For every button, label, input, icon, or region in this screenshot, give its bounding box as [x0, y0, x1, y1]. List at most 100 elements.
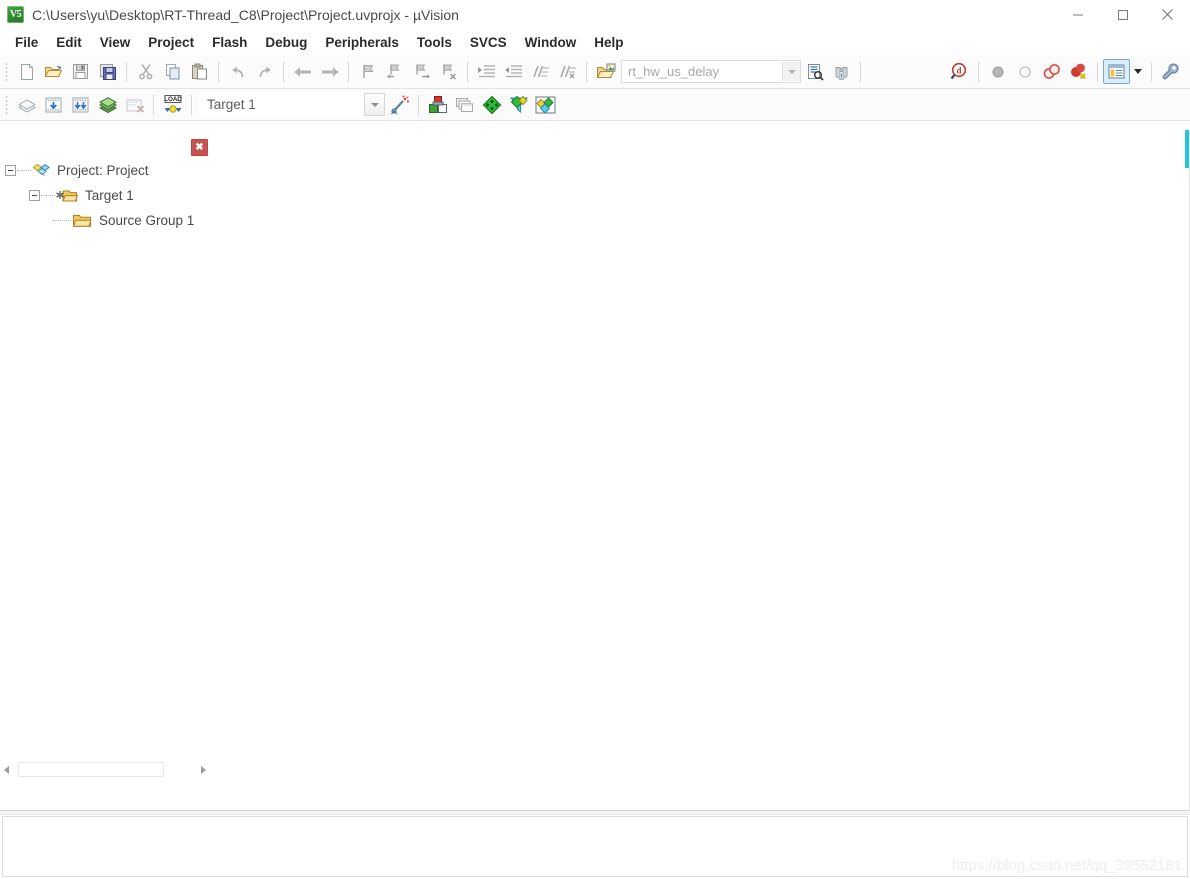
- close-icon: ✖: [195, 141, 204, 153]
- target-options-wizard-button[interactable]: [386, 92, 413, 117]
- toolbar-separator: [1097, 61, 1098, 82]
- project-pane-hscrollbar[interactable]: [0, 761, 210, 778]
- paste-icon: [191, 63, 207, 79]
- browse-symbol-button[interactable]: [828, 59, 855, 84]
- menu-file[interactable]: File: [6, 32, 47, 53]
- bookmark-clear-button[interactable]: [435, 59, 462, 84]
- project-icon: [32, 163, 50, 176]
- rebuild-button[interactable]: [67, 92, 94, 117]
- pack-installer-button[interactable]: [478, 92, 505, 117]
- redo-button[interactable]: [251, 59, 278, 84]
- build-button[interactable]: [40, 92, 67, 117]
- bookmark-toggle-button[interactable]: [354, 59, 381, 84]
- menu-project[interactable]: Project: [139, 32, 203, 53]
- open-file-button[interactable]: [40, 59, 67, 84]
- breakpoints-kill-all-button[interactable]: [1065, 59, 1092, 84]
- comment-button[interactable]: [527, 59, 554, 84]
- project-pane-close-button[interactable]: ✖: [191, 139, 208, 156]
- build-target-icon: [45, 97, 62, 112]
- select-software-packs-button[interactable]: [532, 92, 559, 117]
- window-panes-icon: [1108, 64, 1125, 79]
- bookmark-next-button[interactable]: [408, 59, 435, 84]
- toolbar-separator: [586, 61, 587, 82]
- configure-button[interactable]: [1157, 59, 1184, 84]
- menu-edit[interactable]: Edit: [47, 32, 91, 53]
- find-in-files-field[interactable]: rt_hw_us_delay: [621, 60, 801, 83]
- bookmark-clear-icon: [442, 64, 456, 80]
- target-folder-icon: [56, 190, 78, 201]
- tree-node-project[interactable]: Project: Project: [0, 158, 210, 183]
- download-button[interactable]: LOAD: [159, 92, 186, 117]
- breakpoint-disabled-button[interactable]: [984, 59, 1011, 84]
- menu-debug[interactable]: Debug: [256, 32, 316, 53]
- uncomment-button[interactable]: [554, 59, 581, 84]
- close-button[interactable]: [1145, 0, 1190, 29]
- svg-text:d: d: [956, 66, 961, 76]
- window-layout-dropdown[interactable]: [1130, 59, 1146, 84]
- new-file-button[interactable]: [13, 59, 40, 84]
- undo-button[interactable]: [224, 59, 251, 84]
- editor-area[interactable]: [210, 130, 1190, 810]
- tree-expander[interactable]: [29, 190, 40, 201]
- tree-connector: [53, 219, 71, 222]
- navigate-back-button[interactable]: [289, 59, 316, 84]
- find-in-files-dropdown[interactable]: [782, 62, 800, 81]
- uncomment-lines-icon: [559, 65, 576, 78]
- menu-view[interactable]: View: [91, 32, 140, 53]
- hscroll-thumb[interactable]: [18, 762, 164, 777]
- chevron-down-icon: [787, 69, 796, 74]
- menu-help[interactable]: Help: [585, 32, 632, 53]
- tree-node-label: Source Group 1: [99, 213, 195, 228]
- toolbar-grip[interactable]: [3, 60, 11, 83]
- menu-tools[interactable]: Tools: [408, 32, 461, 53]
- manage-run-time-button[interactable]: [505, 92, 532, 117]
- debug-symbol-browse-button[interactable]: d: [946, 59, 973, 84]
- menu-window[interactable]: Window: [516, 32, 586, 53]
- tree-connector: [17, 169, 31, 172]
- save-all-button[interactable]: [94, 59, 121, 84]
- editor-scrollbar-accent[interactable]: [1185, 130, 1189, 168]
- batch-build-button[interactable]: [94, 92, 121, 117]
- bookmark-prev-button[interactable]: [381, 59, 408, 84]
- manage-multi-project-button[interactable]: [451, 92, 478, 117]
- find-in-files-input[interactable]: rt_hw_us_delay: [622, 64, 782, 79]
- main-toolbar: rt_hw_us_delay d: [0, 55, 1190, 89]
- stop-build-button[interactable]: [121, 92, 148, 117]
- copy-button[interactable]: [159, 59, 186, 84]
- options-for-target-button[interactable]: [424, 92, 451, 117]
- menu-flash[interactable]: Flash: [203, 32, 256, 53]
- app-logo-icon: V5: [7, 6, 24, 23]
- menu-svcs[interactable]: SVCS: [461, 32, 516, 53]
- title-bar: V5 C:\Users\yu\Desktop\RT-Thread_C8\Proj…: [0, 0, 1190, 29]
- save-button[interactable]: [67, 59, 94, 84]
- cut-button[interactable]: [132, 59, 159, 84]
- paste-button[interactable]: [186, 59, 213, 84]
- indent-button[interactable]: [473, 59, 500, 84]
- chevron-down-icon: [370, 102, 379, 107]
- target-selector-dropdown[interactable]: [364, 93, 385, 116]
- minimize-button[interactable]: [1055, 0, 1100, 29]
- window-layout-button[interactable]: [1103, 59, 1130, 84]
- tree-expander[interactable]: [5, 165, 16, 176]
- tree-node-source-group[interactable]: Source Group 1: [0, 208, 210, 233]
- red-circles-x-icon: [1071, 63, 1086, 80]
- scroll-left-button[interactable]: [0, 761, 13, 778]
- menu-peripherals[interactable]: Peripherals: [316, 32, 408, 53]
- target-selector[interactable]: Target 1: [199, 92, 386, 117]
- toolbar-grip[interactable]: [3, 93, 11, 116]
- scroll-right-button[interactable]: [197, 761, 210, 778]
- panel-splitter[interactable]: [0, 810, 1190, 815]
- tree-node-target[interactable]: Target 1: [0, 183, 210, 208]
- hscroll-track[interactable]: [13, 761, 169, 778]
- find-in-files-button[interactable]: [801, 59, 828, 84]
- outdent-button[interactable]: [500, 59, 527, 84]
- magic-wand-icon: [390, 95, 409, 114]
- maximize-button[interactable]: [1100, 0, 1145, 29]
- breakpoint-empty-button[interactable]: [1011, 59, 1038, 84]
- navigate-forward-button[interactable]: [316, 59, 343, 84]
- breakpoints-disable-all-button[interactable]: [1038, 59, 1065, 84]
- translate-file-button[interactable]: [13, 92, 40, 117]
- undo-arrow-icon: [231, 66, 243, 77]
- open-file-in-project-button[interactable]: [592, 59, 619, 84]
- open-folder-icon: [44, 65, 63, 77]
